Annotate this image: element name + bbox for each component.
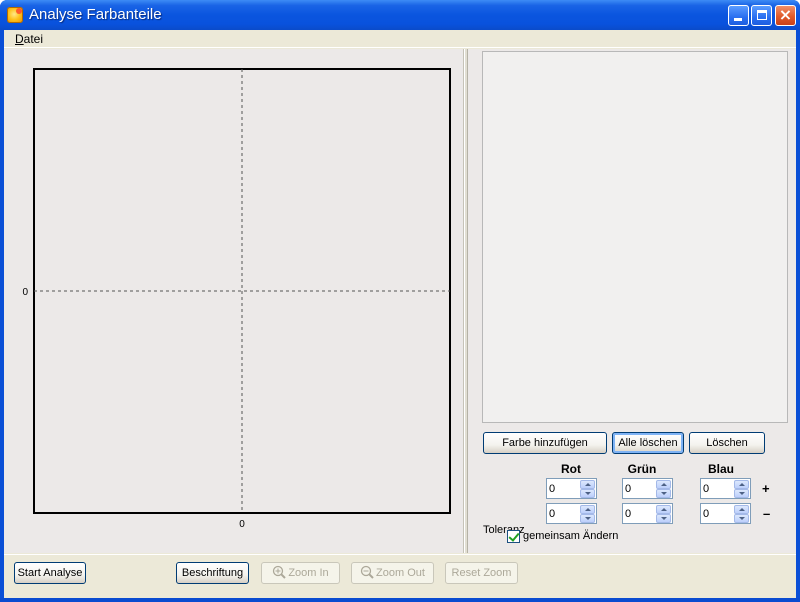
close-button[interactable]: × bbox=[775, 5, 796, 26]
column-red: Rot bbox=[561, 462, 581, 476]
spin-down-icon[interactable] bbox=[656, 514, 671, 523]
red-plus-spinner[interactable] bbox=[546, 478, 597, 499]
plus-sign: + bbox=[762, 481, 770, 496]
spin-down-icon[interactable] bbox=[734, 489, 749, 498]
zoom-out-button[interactable]: Zoom Out bbox=[351, 562, 434, 584]
spin-up-icon[interactable] bbox=[580, 480, 595, 489]
reset-zoom-button[interactable]: Reset Zoom bbox=[445, 562, 518, 584]
app-window: Analyse Farbanteile × Datei 0 0 Farbe hi… bbox=[0, 0, 800, 602]
start-analysis-button[interactable]: Start Analyse bbox=[14, 562, 86, 584]
green-minus-spinner[interactable] bbox=[622, 503, 673, 524]
add-color-button[interactable]: Farbe hinzufügen bbox=[483, 432, 607, 454]
color-plot[interactable]: 0 0 bbox=[4, 49, 464, 553]
title-bar[interactable]: Analyse Farbanteile × bbox=[0, 0, 800, 30]
app-sun-icon bbox=[7, 7, 23, 23]
zoom-in-button[interactable]: Zoom In bbox=[261, 562, 340, 584]
window-bottom-border bbox=[0, 598, 800, 602]
maximize-button[interactable] bbox=[751, 5, 772, 26]
bottom-toolbar: Start Analyse Beschriftung Zoom In Zoom … bbox=[4, 554, 796, 598]
spin-down-icon[interactable] bbox=[580, 489, 595, 498]
spin-up-icon[interactable] bbox=[734, 480, 749, 489]
clear-all-button[interactable]: Alle löschen bbox=[612, 432, 684, 454]
change-together-checkbox[interactable] bbox=[507, 530, 520, 543]
spin-up-icon[interactable] bbox=[734, 505, 749, 514]
minimize-icon bbox=[734, 18, 742, 21]
red-minus-spinner[interactable] bbox=[546, 503, 597, 524]
blue-minus-input[interactable] bbox=[703, 506, 733, 521]
spin-up-icon[interactable] bbox=[656, 505, 671, 514]
green-plus-input[interactable] bbox=[625, 481, 655, 496]
zoom-in-label: Zoom In bbox=[288, 567, 329, 579]
green-plus-spinner[interactable] bbox=[622, 478, 673, 499]
zoom-in-icon bbox=[273, 565, 287, 579]
maximize-icon bbox=[757, 10, 767, 20]
menu-datei[interactable]: Datei bbox=[15, 32, 43, 46]
change-together-label: gemeinsam Ändern bbox=[523, 530, 619, 542]
spin-down-icon[interactable] bbox=[656, 489, 671, 498]
close-icon: × bbox=[778, 5, 793, 24]
labels-button[interactable]: Beschriftung bbox=[176, 562, 249, 584]
zoom-out-label: Zoom Out bbox=[376, 567, 425, 579]
plot-panel: 0 0 bbox=[4, 49, 464, 553]
blue-minus-spinner[interactable] bbox=[700, 503, 751, 524]
column-blue: Blau bbox=[707, 462, 734, 476]
column-green: Grün bbox=[627, 462, 657, 476]
spin-up-icon[interactable] bbox=[656, 480, 671, 489]
color-list[interactable] bbox=[482, 51, 788, 423]
blue-plus-spinner[interactable] bbox=[700, 478, 751, 499]
minus-sign: – bbox=[763, 506, 771, 521]
x-tick-label: 0 bbox=[239, 519, 245, 530]
spin-up-icon[interactable] bbox=[580, 505, 595, 514]
client-area: Datei 0 0 Farbe hinzufügen Alle löschen … bbox=[4, 30, 796, 598]
red-minus-input[interactable] bbox=[549, 506, 579, 521]
green-minus-input[interactable] bbox=[625, 506, 655, 521]
spin-down-icon[interactable] bbox=[580, 514, 595, 523]
controls-panel: Farbe hinzufügen Alle löschen Löschen Ro… bbox=[468, 49, 796, 553]
minimize-button[interactable] bbox=[728, 5, 749, 26]
window-title: Analyse Farbanteile bbox=[29, 6, 162, 23]
blue-plus-input[interactable] bbox=[703, 481, 733, 496]
y-tick-label: 0 bbox=[22, 287, 28, 298]
zoom-out-icon bbox=[360, 565, 374, 579]
spin-down-icon[interactable] bbox=[734, 514, 749, 523]
delete-button[interactable]: Löschen bbox=[689, 432, 765, 454]
menu-bar: Datei bbox=[4, 30, 796, 48]
red-plus-input[interactable] bbox=[549, 481, 579, 496]
